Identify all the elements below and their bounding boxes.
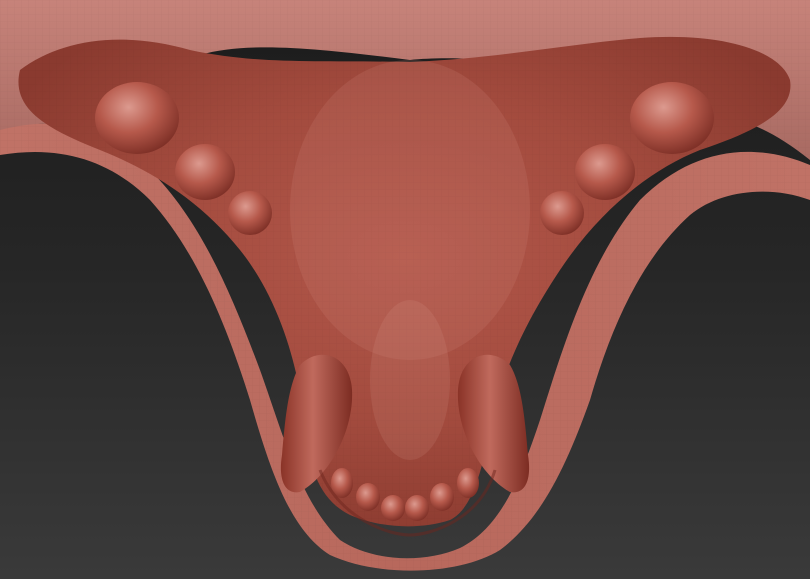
incisor-5[interactable] xyxy=(430,483,454,511)
left-molar-2[interactable] xyxy=(175,144,235,200)
sculpt-viewport[interactable] xyxy=(0,0,810,579)
incisor-2[interactable] xyxy=(356,483,380,511)
left-molar-1[interactable] xyxy=(95,82,179,154)
palate-ridge-highlight xyxy=(370,300,450,460)
right-molar-1[interactable] xyxy=(630,82,714,154)
incisor-3[interactable] xyxy=(381,495,405,521)
sculpt-canvas[interactable] xyxy=(0,0,810,579)
incisor-4[interactable] xyxy=(405,495,429,521)
right-premolar[interactable] xyxy=(540,191,584,235)
right-molar-2[interactable] xyxy=(575,144,635,200)
incisor-6[interactable] xyxy=(457,468,479,498)
left-premolar[interactable] xyxy=(228,191,272,235)
